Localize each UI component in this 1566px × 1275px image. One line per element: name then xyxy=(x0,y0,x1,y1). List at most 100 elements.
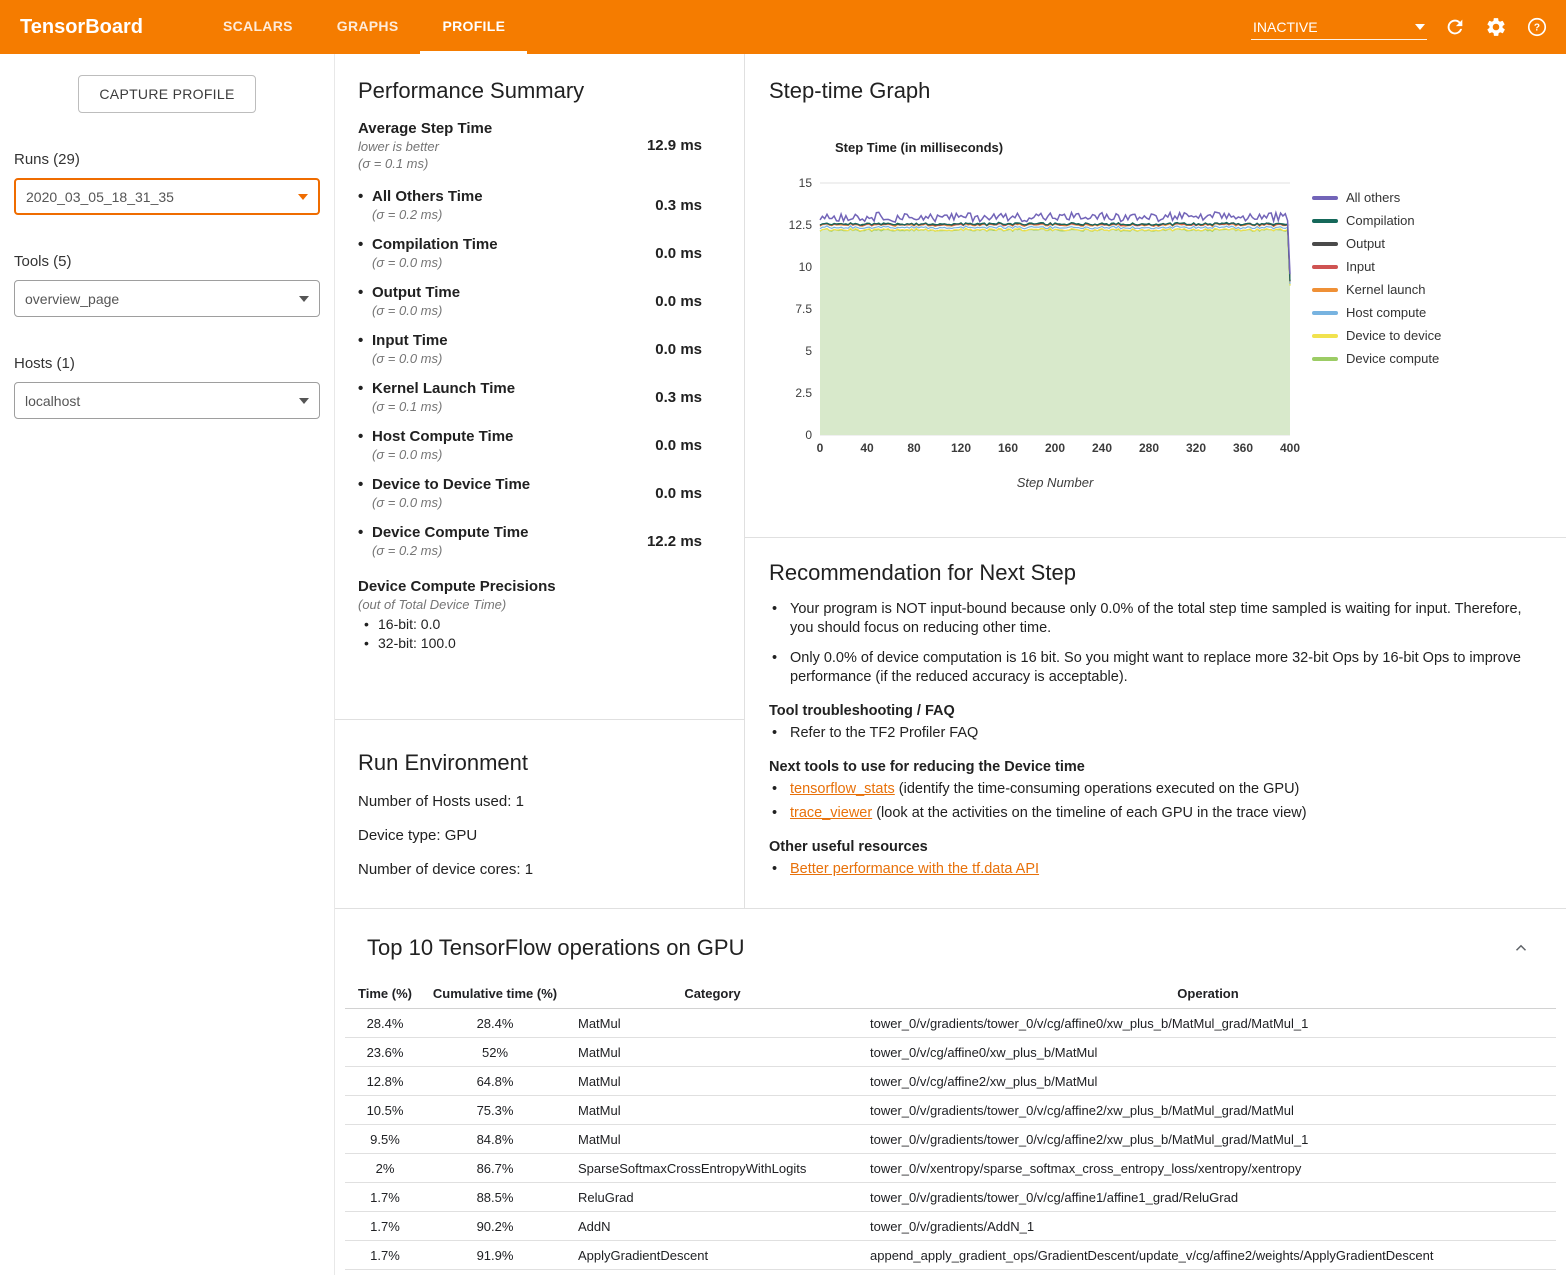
recommendation-bullet: Your program is NOT input-bound because … xyxy=(769,600,1542,638)
bullet-icon: • xyxy=(358,428,372,445)
legend-item: Compilation xyxy=(1312,213,1441,228)
perf-summary-item: •Input Time (σ = 0.0 ms) 0.0 ms xyxy=(358,332,702,366)
legend-swatch xyxy=(1312,334,1338,338)
legend-swatch xyxy=(1312,265,1338,269)
perf-summary-item: •Device Compute Time (σ = 0.2 ms) 12.2 m… xyxy=(358,524,702,558)
ops-table-header: Time (%) Cumulative time (%) Category Op… xyxy=(345,979,1556,1009)
perf-summary-item: •Compilation Time (σ = 0.0 ms) 0.0 ms xyxy=(358,236,702,270)
faq-header: Tool troubleshooting / FAQ xyxy=(769,703,1542,719)
time-cell: 23.6% xyxy=(345,1045,425,1060)
chevron-down-icon xyxy=(299,398,309,404)
metric-name: Host Compute Time xyxy=(372,428,513,445)
tools-dropdown[interactable]: overview_page xyxy=(14,280,320,317)
metric-value: 0.0 ms xyxy=(655,245,702,262)
tool-link[interactable]: trace_viewer xyxy=(790,805,872,821)
hosts-dropdown-value: localhost xyxy=(25,393,80,409)
run-environment-title: Run Environment xyxy=(358,750,721,776)
other-resources-header: Other useful resources xyxy=(769,839,1542,855)
legend-swatch xyxy=(1312,357,1338,361)
column-header: Cumulative time (%) xyxy=(425,986,565,1001)
svg-text:240: 240 xyxy=(1092,441,1112,455)
tab-graphs[interactable]: GRAPHS xyxy=(315,0,421,54)
time-cell: 28.4% xyxy=(345,1016,425,1031)
svg-text:Step Number: Step Number xyxy=(1017,475,1094,490)
legend-swatch xyxy=(1312,311,1338,315)
refresh-button[interactable] xyxy=(1442,14,1468,40)
cumulative-cell: 90.2% xyxy=(425,1219,565,1234)
cumulative-cell: 28.4% xyxy=(425,1016,565,1031)
legend-item: Output xyxy=(1312,236,1441,251)
legend-label: Device compute xyxy=(1346,351,1439,366)
legend-swatch xyxy=(1312,196,1338,200)
svg-text:12.5: 12.5 xyxy=(789,218,813,232)
legend-item: Input xyxy=(1312,259,1441,274)
help-button[interactable]: ? xyxy=(1524,14,1550,40)
perf-summary-item: •All Others Time (σ = 0.2 ms) 0.3 ms xyxy=(358,188,702,222)
metric-sigma: (σ = 0.2 ms) xyxy=(372,207,483,222)
category-cell: MatMul xyxy=(565,1016,860,1031)
svg-text:280: 280 xyxy=(1139,441,1159,455)
metric-value: 0.0 ms xyxy=(655,341,702,358)
perf-summary-items: •All Others Time (σ = 0.2 ms) 0.3 ms •Co… xyxy=(358,188,702,558)
bullet-icon: • xyxy=(358,236,372,253)
column-header: Time (%) xyxy=(345,986,425,1001)
next-tools-list: tensorflow_stats (identify the time-cons… xyxy=(769,780,1542,823)
legend-label: Host compute xyxy=(1346,305,1426,320)
chevron-down-icon xyxy=(298,194,308,200)
average-step-time: Average Step Time lower is better (σ = 0… xyxy=(358,120,702,171)
chevron-down-icon xyxy=(1415,24,1425,30)
bullet-icon: • xyxy=(358,188,372,205)
legend-label: Output xyxy=(1346,236,1385,251)
header-actions: INACTIVE ? xyxy=(1251,0,1550,54)
metric-name: Input Time xyxy=(372,332,448,349)
tool-link[interactable]: Better performance with the tf.data API xyxy=(790,861,1039,877)
svg-text:?: ? xyxy=(1534,23,1540,34)
svg-text:120: 120 xyxy=(951,441,971,455)
ops-table: Time (%) Cumulative time (%) Category Op… xyxy=(345,979,1556,1270)
bullet-icon: • xyxy=(358,476,372,493)
metric-value: 0.3 ms xyxy=(655,389,702,406)
help-icon: ? xyxy=(1526,16,1548,38)
collapse-button[interactable] xyxy=(1512,939,1530,957)
faq-item: Refer to the TF2 Profiler FAQ xyxy=(769,724,1542,743)
metric-value: 12.2 ms xyxy=(647,533,702,550)
table-row: 1.7% 88.5% ReluGrad tower_0/v/gradients/… xyxy=(345,1183,1556,1212)
capture-profile-button[interactable]: CAPTURE PROFILE xyxy=(78,75,255,113)
table-row: 2% 86.7% SparseSoftmaxCrossEntropyWithLo… xyxy=(345,1154,1556,1183)
runs-dropdown[interactable]: 2020_03_05_18_31_35 xyxy=(14,178,320,215)
table-row: 23.6% 52% MatMul tower_0/v/cg/affine0/xw… xyxy=(345,1038,1556,1067)
legend-item: Device compute xyxy=(1312,351,1441,366)
category-cell: MatMul xyxy=(565,1045,860,1060)
operation-cell: tower_0/v/cg/affine2/xw_plus_b/MatMul xyxy=(860,1074,1556,1089)
device-compute-precisions: Device Compute Precisions (out of Total … xyxy=(358,578,702,651)
svg-text:10: 10 xyxy=(799,260,813,274)
settings-button[interactable] xyxy=(1483,14,1509,40)
tool-link-desc: (identify the time-consuming operations … xyxy=(895,781,1300,797)
legend-item: All others xyxy=(1312,190,1441,205)
legend-label: Kernel launch xyxy=(1346,282,1426,297)
tool-link[interactable]: tensorflow_stats xyxy=(790,781,895,797)
metric-name: Output Time xyxy=(372,284,460,301)
time-cell: 12.8% xyxy=(345,1074,425,1089)
table-row: 12.8% 64.8% MatMul tower_0/v/cg/affine2/… xyxy=(345,1067,1556,1096)
operation-cell: tower_0/v/gradients/tower_0/v/cg/affine2… xyxy=(860,1132,1556,1147)
legend-label: Compilation xyxy=(1346,213,1415,228)
svg-text:360: 360 xyxy=(1233,441,1253,455)
chart-title: Step Time (in milliseconds) xyxy=(835,140,1300,155)
perf-summary-item: •Device to Device Time (σ = 0.0 ms) 0.0 … xyxy=(358,476,702,510)
top-ops-title: Top 10 TensorFlow operations on GPU xyxy=(367,935,744,961)
recommendation-title: Recommendation for Next Step xyxy=(769,560,1542,586)
category-cell: ApplyGradientDescent xyxy=(565,1248,860,1263)
recommendation-bullets: Your program is NOT input-bound because … xyxy=(769,600,1542,687)
precision-item: 32-bit: 100.0 xyxy=(364,635,702,651)
svg-text:320: 320 xyxy=(1186,441,1206,455)
chevron-up-icon xyxy=(1512,939,1530,957)
category-cell: AddN xyxy=(565,1219,860,1234)
status-dropdown[interactable]: INACTIVE xyxy=(1251,15,1427,40)
tab-scalars[interactable]: SCALARS xyxy=(201,0,315,54)
tab-profile[interactable]: PROFILE xyxy=(420,0,527,54)
svg-text:5: 5 xyxy=(805,344,812,358)
legend-swatch xyxy=(1312,288,1338,292)
hosts-dropdown[interactable]: localhost xyxy=(14,382,320,419)
legend-swatch xyxy=(1312,242,1338,246)
